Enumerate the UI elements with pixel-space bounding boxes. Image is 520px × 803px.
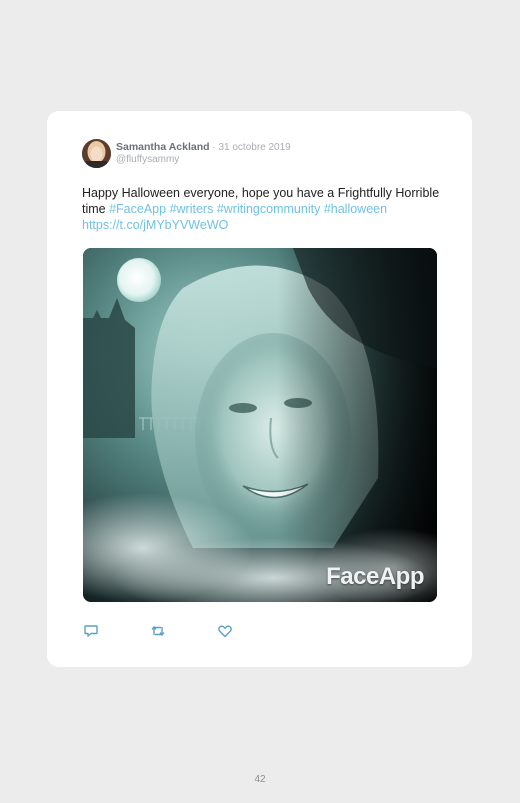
heart-icon xyxy=(218,625,232,638)
retweet-button[interactable] xyxy=(150,623,166,639)
tweet-date[interactable]: 31 octobre 2019 xyxy=(218,142,290,153)
hashtag-writingcommunity[interactable]: #writingcommunity xyxy=(217,202,321,216)
halloween-face-image xyxy=(83,248,437,602)
display-name[interactable]: Samantha Ackland xyxy=(116,141,210,153)
tweet-url[interactable]: https://t.co/jMYbYVWeWO xyxy=(82,218,228,232)
author-line: Samantha Ackland · 31 octobre 2019 xyxy=(116,141,291,154)
reply-button[interactable] xyxy=(83,623,99,639)
hashtag-faceapp[interactable]: #FaceApp xyxy=(109,202,166,216)
like-button[interactable] xyxy=(217,623,233,639)
reply-icon xyxy=(84,625,98,637)
tweet-card: Samantha Ackland · 31 octobre 2019 @fluf… xyxy=(47,111,472,667)
faceapp-watermark: FaceApp xyxy=(326,563,424,590)
retweet-icon xyxy=(151,625,165,637)
hashtag-halloween[interactable]: #halloween xyxy=(324,202,387,216)
avatar[interactable] xyxy=(82,139,111,168)
handle[interactable]: @fluffysammy xyxy=(116,154,179,165)
page-number: 42 xyxy=(254,774,266,785)
tweet-text: Happy Halloween everyone, hope you have … xyxy=(82,185,442,233)
tweet-image[interactable]: FaceApp xyxy=(83,248,437,602)
hashtag-writers[interactable]: #writers xyxy=(170,202,214,216)
